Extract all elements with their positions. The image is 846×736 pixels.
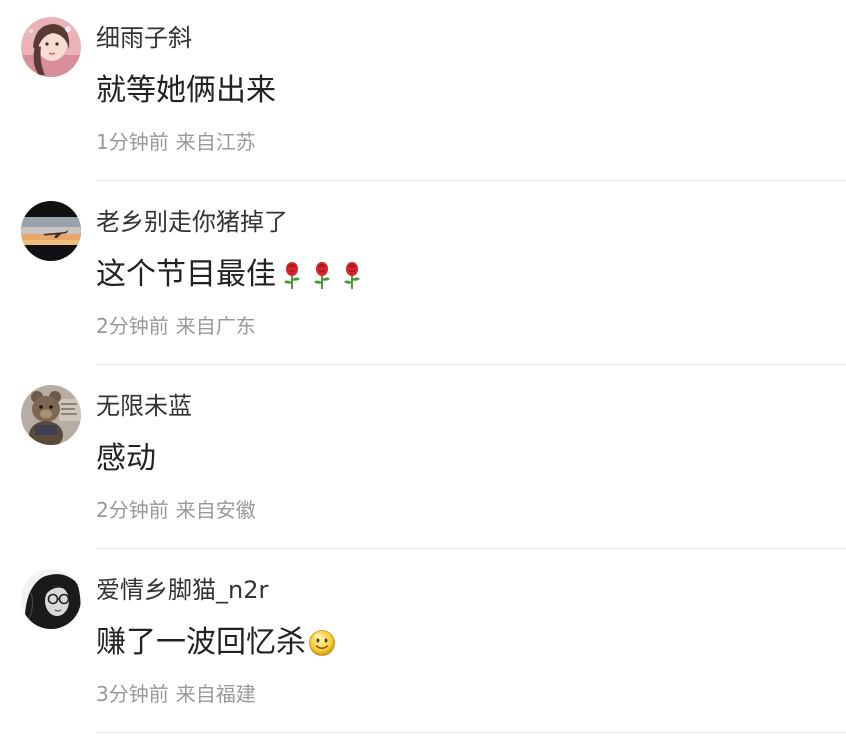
comment-location: 来自福建 (175, 682, 256, 706)
comment-item: 细雨子斜 就等她俩出来 1分钟前 来自江苏 (0, 0, 846, 184)
avatar[interactable] (21, 17, 81, 77)
comment-list: 细雨子斜 就等她俩出来 1分钟前 来自江苏 老乡别走你猪掉了 这个节目最佳 2分… (0, 0, 846, 736)
rose-icon (308, 260, 336, 290)
username[interactable]: 爱情乡脚猫_n2r (96, 574, 268, 606)
comment-time: 1分钟前 (96, 130, 169, 154)
comment-time: 2分钟前 (96, 314, 169, 338)
comment-item: 爱情乡脚猫_n2r 赚了一波回忆杀 3分钟前 来自福建 (0, 552, 846, 736)
comment-text-label: 就等她俩出来 (96, 73, 276, 108)
comment-text: 这个节目最佳 (96, 255, 366, 295)
comment-location: 来自江苏 (175, 130, 256, 154)
divider (96, 732, 846, 733)
comment-item: 无限未蓝 感动 2分钟前 来自安徽 (0, 368, 846, 552)
comment-text-label: 感动 (96, 441, 156, 476)
comment-text: 感动 (96, 439, 156, 479)
comment-text-label: 赚了一波回忆杀 (96, 625, 306, 660)
avatar-teddy-bear-icon (21, 385, 81, 445)
comment-meta: 1分钟前 来自江苏 (96, 128, 256, 156)
comment-text: 就等她俩出来 (96, 71, 276, 111)
comment-time: 2分钟前 (96, 498, 169, 522)
divider (96, 180, 846, 181)
comment-meta: 2分钟前 来自广东 (96, 312, 256, 340)
comment-location: 来自广东 (175, 314, 256, 338)
rose-icon (338, 260, 366, 290)
divider (96, 364, 846, 365)
username[interactable]: 老乡别走你猪掉了 (96, 206, 288, 238)
avatar[interactable] (21, 201, 81, 261)
divider (96, 548, 846, 549)
smile-icon (308, 628, 336, 658)
rose-icon (278, 260, 306, 290)
avatar-airplane-sunset-icon (21, 201, 81, 261)
comment-text: 赚了一波回忆杀 (96, 623, 336, 663)
comment-meta: 3分钟前 来自福建 (96, 680, 256, 708)
comment-text-label: 这个节目最佳 (96, 257, 276, 292)
avatar[interactable] (21, 385, 81, 445)
avatar-pink-portrait-icon (21, 17, 81, 77)
comment-time: 3分钟前 (96, 682, 169, 706)
username[interactable]: 细雨子斜 (96, 22, 192, 54)
comment-meta: 2分钟前 来自安徽 (96, 496, 256, 524)
comment-item: 老乡别走你猪掉了 这个节目最佳 2分钟前 来自广东 (0, 184, 846, 368)
avatar[interactable] (21, 569, 81, 629)
username[interactable]: 无限未蓝 (96, 390, 192, 422)
comment-location: 来自安徽 (175, 498, 256, 522)
avatar-bw-portrait-icon (21, 569, 81, 629)
